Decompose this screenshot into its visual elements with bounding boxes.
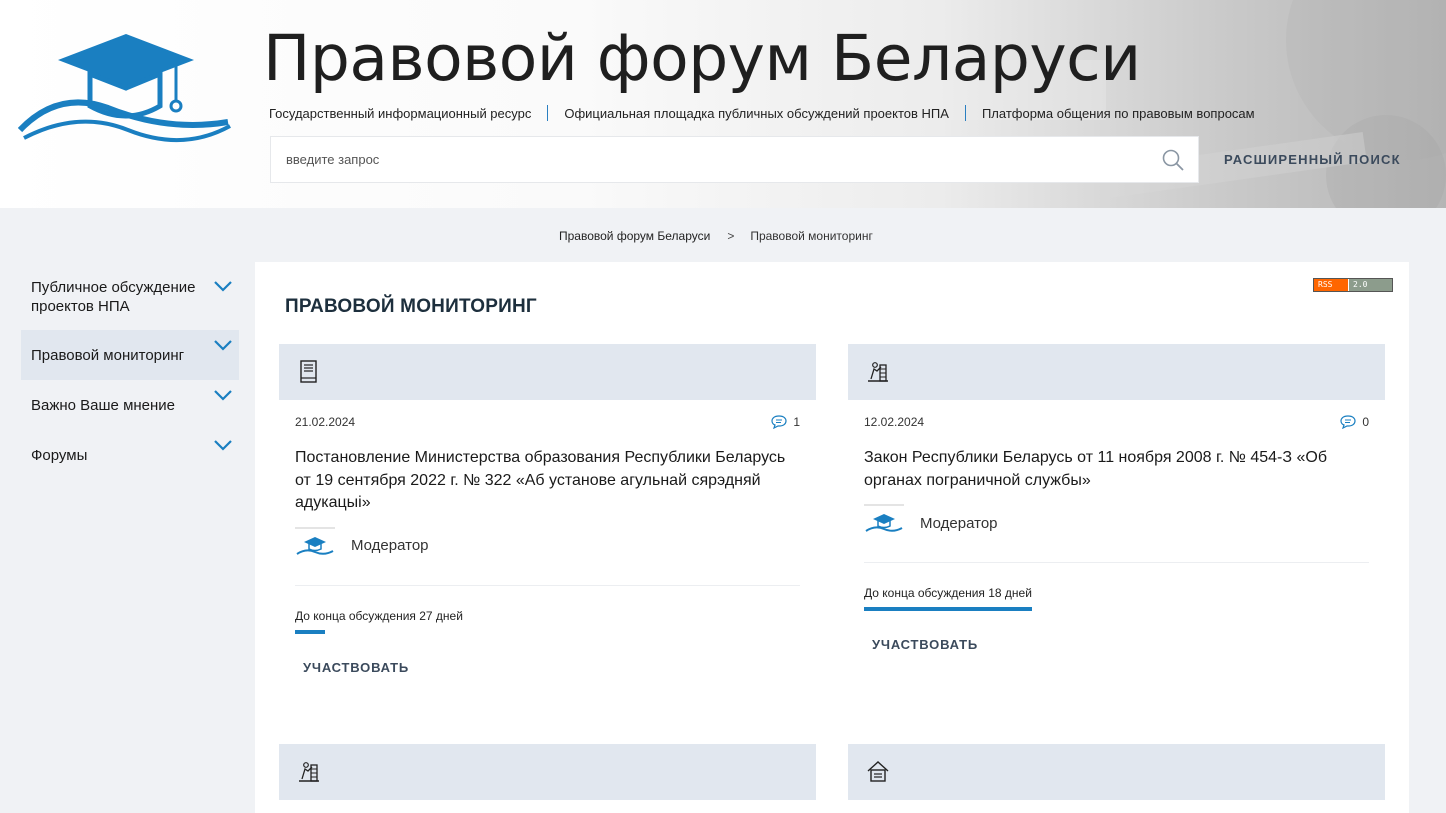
card-author: Модератор — [295, 526, 800, 565]
sidebar-item-your-opinion[interactable]: Важно Ваше мнение — [21, 380, 239, 430]
card-body: 21.02.2024 1 Постановление Министерства … — [279, 415, 816, 675]
chevron-down-icon[interactable] — [214, 339, 232, 351]
card-date: 21.02.2024 — [295, 415, 356, 429]
sidebar-item-label: Публичное обсуждение проектов НПА — [31, 279, 196, 315]
comments-count[interactable]: 1 — [771, 415, 800, 429]
sidebar-item-forums[interactable]: Форумы — [21, 430, 239, 480]
comment-icon — [1340, 415, 1356, 429]
border-guard-icon — [299, 762, 319, 782]
card-title-link[interactable]: Постановление Министерства образования Р… — [295, 447, 795, 515]
sidebar-item-public-discussion[interactable]: Публичное обсуждение проектов НПА — [21, 262, 239, 330]
tagline-divider — [547, 105, 549, 121]
search-icon[interactable] — [1161, 148, 1185, 172]
tagline-divider — [964, 105, 966, 121]
deadline-text: До конца обсуждения 18 дней — [864, 586, 1032, 600]
card-title-link[interactable]: Закон Республики Беларусь от 11 ноября 2… — [864, 447, 1364, 492]
breadcrumb-separator: > — [727, 229, 735, 243]
border-guard-icon — [868, 362, 888, 382]
tagline-public-discussion: Официальная площадка публичных обсуждени… — [564, 105, 949, 121]
card-divider — [295, 584, 800, 586]
author-name: Модератор — [351, 537, 429, 554]
discussion-card: 21.02.2024 1 Постановление Министерства … — [279, 344, 816, 675]
card-divider — [864, 562, 1369, 563]
chevron-down-icon[interactable] — [214, 389, 232, 401]
card-meta: 21.02.2024 1 — [295, 415, 800, 429]
comments-count-value: 0 — [1362, 415, 1369, 429]
search-input[interactable] — [271, 137, 1161, 182]
moderator-logo-icon — [865, 514, 903, 532]
participate-button[interactable]: УЧАСТВОВАТЬ — [872, 637, 1369, 652]
house-icon — [867, 761, 889, 782]
main-content: RSS 2.0 ПРАВОВОЙ МОНИТОРИНГ 21.02.2024 1… — [255, 262, 1409, 813]
book-icon — [300, 360, 317, 383]
deadline-text: До конца обсуждения 27 дней — [295, 608, 463, 623]
site-header: Правовой форум Беларуси Государственный … — [0, 0, 1446, 208]
card-header — [279, 744, 816, 800]
discussion-deadline: До конца обсуждения 18 дней — [864, 586, 1032, 611]
deadline-progress-bar — [864, 607, 1032, 611]
search-box — [270, 136, 1199, 183]
discussion-card: 12.02.2024 0 Закон Республики Беларусь о… — [848, 344, 1385, 652]
discussion-card — [848, 744, 1385, 800]
avatar — [864, 504, 904, 542]
rss-badge-version: 2.0 — [1348, 279, 1392, 291]
rss-badge-label: RSS — [1314, 279, 1348, 291]
tagline-state-resource: Государственный информационный ресурс — [269, 105, 532, 121]
advanced-search-link[interactable]: РАСШИРЕННЫЙ ПОИСК — [1224, 152, 1401, 167]
comments-count[interactable]: 0 — [1340, 415, 1369, 429]
breadcrumb: Правовой форум Беларуси > Правовой монит… — [559, 229, 873, 243]
chevron-down-icon[interactable] — [214, 280, 232, 292]
avatar — [295, 526, 335, 565]
sidebar-item-label: Правовой мониторинг — [31, 347, 185, 364]
discussion-deadline: До конца обсуждения 27 дней — [295, 608, 463, 634]
rss-feed-badge[interactable]: RSS 2.0 — [1313, 278, 1393, 292]
site-title: Правовой форум Беларуси — [263, 22, 1141, 95]
card-body: 12.02.2024 0 Закон Республики Беларусь о… — [848, 415, 1385, 652]
participate-button[interactable]: УЧАСТВОВАТЬ — [303, 660, 800, 675]
comments-count-value: 1 — [793, 415, 800, 429]
comment-icon — [771, 415, 787, 429]
breadcrumb-home-link[interactable]: Правовой форум Беларуси — [559, 229, 710, 243]
card-author: Модератор — [864, 504, 1369, 542]
discussion-card — [279, 744, 816, 800]
sidebar-item-label: Форумы — [31, 447, 88, 464]
sidebar-item-label: Важно Ваше мнение — [31, 397, 176, 414]
tagline-legal-platform: Платформа общения по правовым вопросам — [981, 105, 1255, 121]
card-header — [848, 744, 1385, 800]
site-logo[interactable] — [18, 30, 233, 155]
moderator-logo-icon — [296, 536, 334, 555]
card-date: 12.02.2024 — [864, 415, 925, 429]
sidebar-item-legal-monitoring[interactable]: Правовой мониторинг — [21, 330, 239, 380]
card-meta: 12.02.2024 0 — [864, 415, 1369, 429]
breadcrumb-current: Правовой мониторинг — [750, 229, 873, 243]
card-header — [279, 344, 816, 400]
chevron-down-icon[interactable] — [214, 439, 232, 451]
author-name: Модератор — [920, 514, 998, 532]
taglines: Государственный информационный ресурс Оф… — [269, 105, 1255, 121]
deadline-progress-bar — [295, 629, 326, 634]
sidebar: Публичное обсуждение проектов НПА Правов… — [21, 262, 239, 480]
card-header — [848, 344, 1385, 400]
page-title: ПРАВОВОЙ МОНИТОРИНГ — [285, 296, 537, 317]
